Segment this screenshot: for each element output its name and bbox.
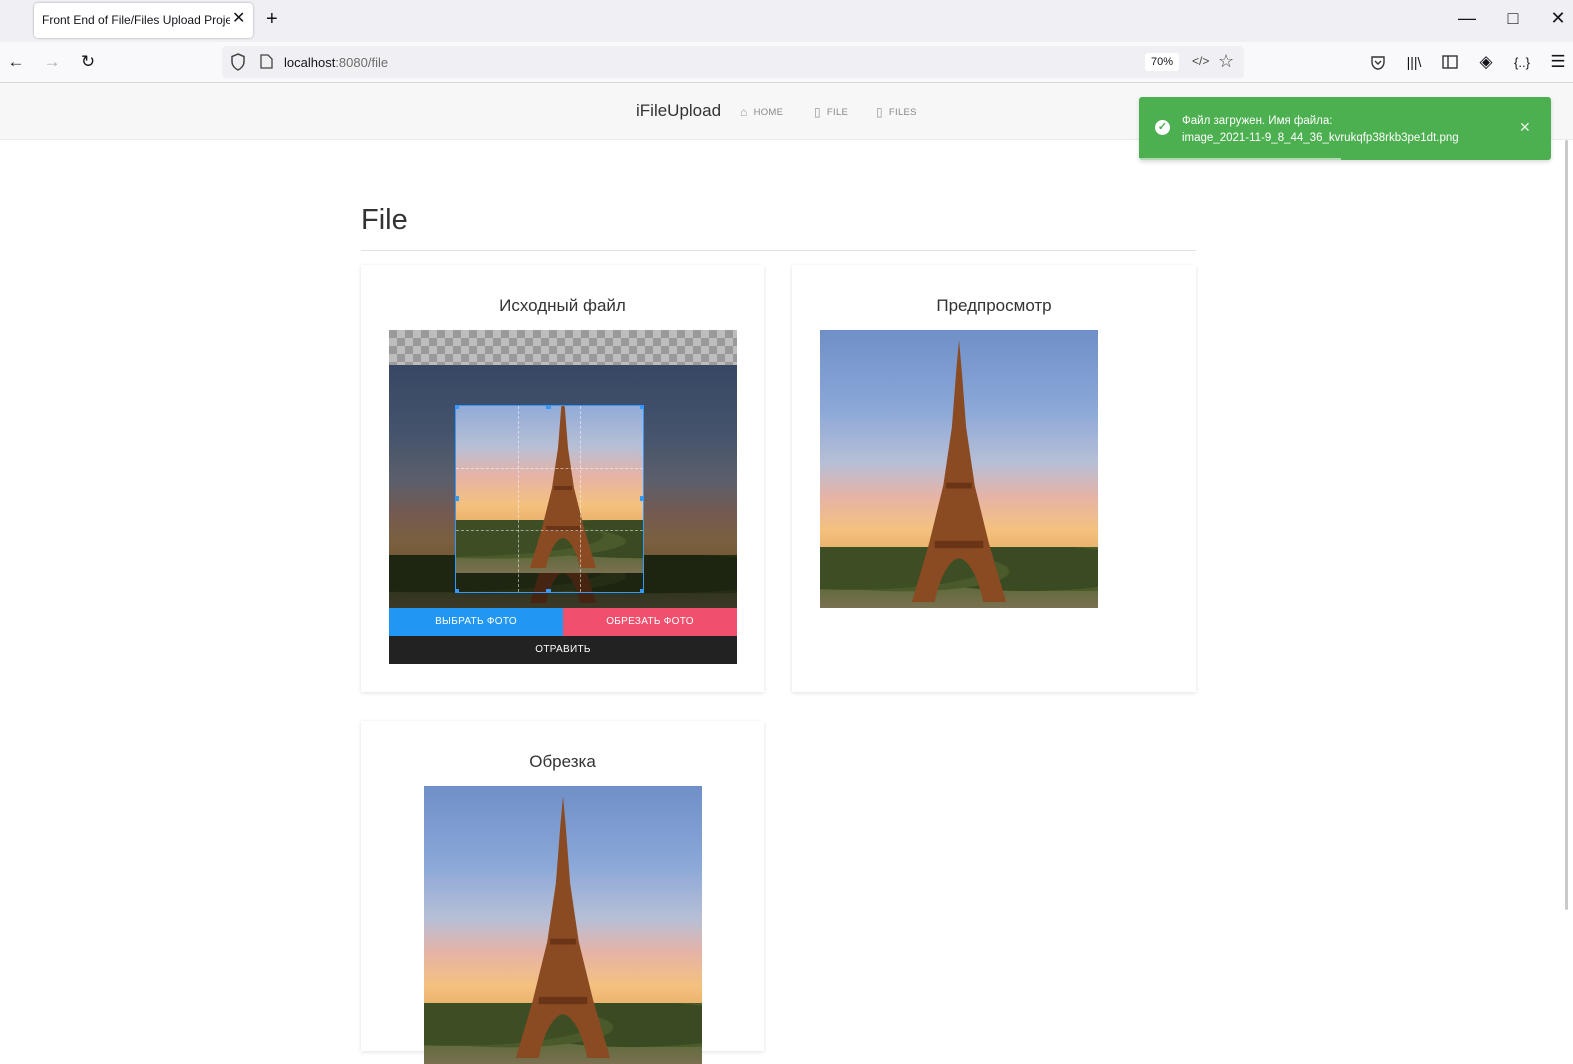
cropped-image: [424, 786, 702, 1064]
title-divider: [361, 250, 1196, 251]
nav-file-label: FILE: [826, 106, 849, 118]
choose-photo-button[interactable]: ВЫБРАТЬ ФОТО: [389, 608, 563, 636]
success-toast[interactable]: ✓ Файл загружен. Имя файла: image_2021-1…: [1139, 97, 1551, 160]
bookmark-star-icon[interactable]: ☆: [1218, 51, 1234, 72]
reload-icon[interactable]: ↻: [76, 50, 100, 74]
new-tab-icon[interactable]: +: [266, 8, 278, 31]
crop-handle-ne[interactable]: [640, 406, 643, 409]
preview-card: Предпросмотр: [792, 265, 1196, 692]
sidebar-icon[interactable]: [1438, 50, 1462, 74]
crop-handle-w[interactable]: [456, 496, 459, 501]
page-icon[interactable]: [260, 54, 273, 74]
close-window-icon[interactable]: ✕: [1543, 8, 1573, 29]
close-icon[interactable]: ✕: [1519, 119, 1531, 136]
browser-tab[interactable]: Front End of File/Files Upload Project ✕: [34, 3, 253, 38]
preview-card-title: Предпросмотр: [936, 296, 1052, 315]
crop-handle-nw[interactable]: [456, 406, 459, 409]
source-card-title: Исходный файл: [499, 296, 626, 315]
url-bar[interactable]: localhost:8080/file 70% </> ☆: [222, 46, 1244, 78]
toast-line-2: image_2021-11-9_8_44_36_kvrukqfp38rkb3pe…: [1182, 132, 1459, 144]
source-card: Исходный файл ВЫБРАТЬ ФОТО ОБРЕЗАТЬ ФОТО…: [361, 265, 764, 692]
back-icon[interactable]: ←: [4, 50, 28, 74]
tab-title: Front End of File/Files Upload Project: [42, 13, 230, 27]
forward-icon[interactable]: →: [40, 50, 64, 74]
image-cropper[interactable]: [389, 330, 737, 608]
preview-image: [820, 330, 1098, 608]
crop-handle-e[interactable]: [640, 496, 643, 501]
nav-files[interactable]: ▯ FILES: [876, 105, 917, 119]
minimize-icon[interactable]: —: [1452, 8, 1482, 29]
send-button[interactable]: ОТРАВИТЬ: [389, 636, 737, 664]
menu-icon[interactable]: ☰: [1546, 50, 1570, 74]
nav-file[interactable]: ▯ FILE: [814, 105, 848, 119]
zoom-badge[interactable]: 70%: [1145, 53, 1180, 71]
home-icon: ⌂: [740, 105, 748, 119]
browser-tab-bar: Front End of File/Files Upload Project ✕…: [0, 0, 1573, 42]
check-icon: ✓: [1155, 120, 1170, 135]
browser-nav-bar: ← → ↻ localhost:8080/file 70% </> ☆ |||\…: [0, 42, 1573, 83]
page-scrollbar[interactable]: [1565, 140, 1568, 910]
crop-result-card-title: Обрезка: [529, 752, 596, 771]
toast-progress-bar: [1139, 158, 1341, 160]
crop-result-card: Обрезка: [361, 721, 764, 1064]
maximize-icon[interactable]: □: [1498, 8, 1528, 29]
crop-handle-se[interactable]: [640, 589, 643, 592]
close-tab-icon[interactable]: ✕: [232, 10, 245, 28]
json-viewer-icon[interactable]: {..}: [1510, 50, 1534, 74]
crop-handle-sw[interactable]: [456, 589, 459, 592]
transparent-background: [389, 330, 737, 365]
library-icon[interactable]: |||\: [1402, 50, 1426, 74]
brand-logo[interactable]: iFileUpload: [636, 101, 721, 121]
crop-selection[interactable]: [455, 405, 644, 593]
crop-handle-s[interactable]: [546, 589, 551, 592]
page-title: File: [361, 204, 408, 236]
nav-home[interactable]: ⌂ HOME: [740, 105, 783, 119]
url-text[interactable]: localhost:8080/file: [284, 55, 388, 70]
files-icon: ▯: [876, 105, 883, 119]
toast-message: Файл загружен. Имя файла: image_2021-11-…: [1182, 113, 1502, 147]
crop-handle-n[interactable]: [546, 406, 551, 409]
url-host: localhost: [284, 55, 336, 70]
shield-icon[interactable]: [230, 53, 246, 76]
nav-home-label: HOME: [753, 106, 784, 118]
pocket-icon[interactable]: [1366, 50, 1390, 74]
reader-code-icon[interactable]: </>: [1192, 54, 1209, 68]
url-path: :8080/file: [335, 55, 389, 70]
file-icon: ▯: [814, 105, 821, 119]
toast-line-1: Файл загружен. Имя файла:: [1182, 115, 1333, 127]
crop-photo-button[interactable]: ОБРЕЗАТЬ ФОТО: [563, 608, 737, 636]
nav-files-label: FILES: [888, 106, 917, 118]
extension-icon[interactable]: ◈: [1474, 50, 1498, 74]
